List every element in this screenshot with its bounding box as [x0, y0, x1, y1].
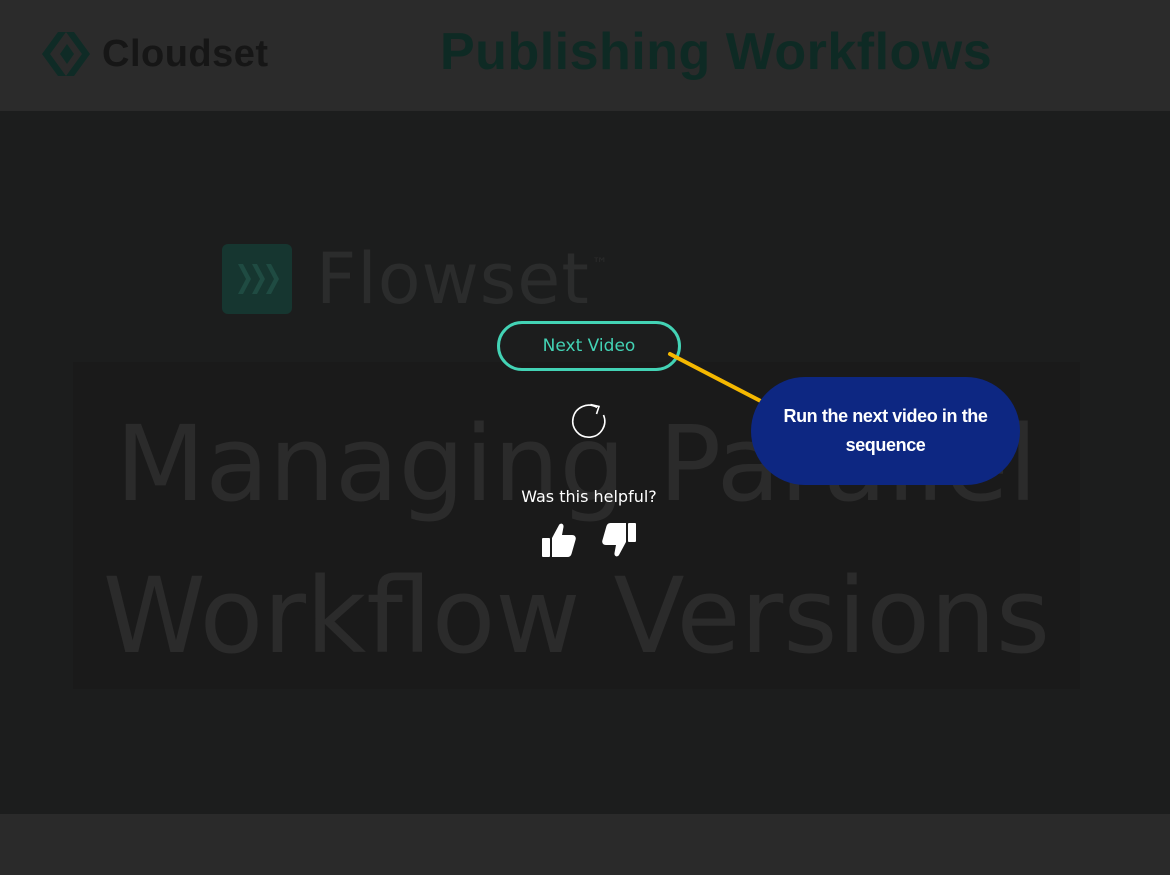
- video-logo-trademark: ™: [591, 254, 608, 273]
- cloudset-logo-icon: [42, 32, 90, 76]
- next-video-button[interactable]: Next Video: [497, 321, 681, 371]
- video-logo: Flowset ™: [222, 238, 608, 320]
- thumbs-down-icon[interactable]: [601, 521, 637, 559]
- callout-text: Run the next video in the sequence: [783, 406, 988, 455]
- callout-bubble: Run the next video in the sequence: [751, 377, 1020, 485]
- video-title-line: Workflow Versions: [102, 555, 1051, 677]
- footer-bar: [0, 814, 1170, 875]
- page-title: Publishing Workflows: [440, 23, 993, 81]
- thumbs-up-icon[interactable]: [541, 521, 577, 559]
- header: Cloudset Publishing Workflows: [0, 0, 1170, 110]
- replay-icon[interactable]: [566, 398, 612, 444]
- brand-name: Cloudset: [102, 32, 269, 75]
- brand[interactable]: Cloudset: [38, 26, 269, 82]
- flowset-logo-icon: [222, 244, 292, 314]
- video-logo-text: Flowset: [316, 238, 590, 320]
- helpful-prompt: Was this helpful?: [521, 487, 657, 506]
